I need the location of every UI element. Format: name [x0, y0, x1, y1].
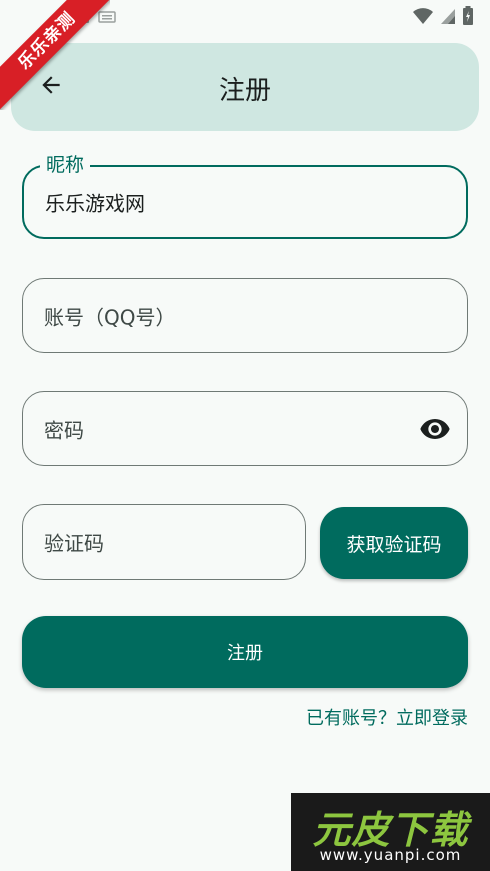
account-field[interactable]: 账号（QQ号）	[22, 278, 468, 353]
watermark-logo: 元皮下载 www.yuanpi.com	[291, 793, 490, 871]
get-code-button[interactable]: 获取验证码	[320, 507, 468, 579]
verification-code-field[interactable]: 验证码	[22, 504, 306, 580]
status-icons-right	[412, 6, 474, 30]
password-field[interactable]: 密码	[22, 391, 468, 466]
corner-ribbon: 乐乐亲测	[0, 0, 110, 110]
battery-icon	[462, 6, 474, 30]
wifi-icon	[412, 7, 434, 29]
nickname-field[interactable]: 昵称 乐乐游戏网	[22, 153, 468, 239]
verification-code-placeholder: 验证码	[44, 531, 104, 556]
watermark-url: www.yuanpi.com	[319, 846, 462, 864]
nickname-label: 昵称	[40, 153, 91, 177]
ribbon-text: 乐乐亲测	[0, 0, 110, 110]
eye-icon[interactable]	[419, 413, 451, 445]
signal-icon	[440, 7, 456, 29]
nickname-value: 乐乐游戏网	[45, 191, 145, 216]
account-placeholder: 账号（QQ号）	[44, 305, 176, 329]
register-button[interactable]: 注册	[22, 616, 468, 688]
login-link[interactable]: 已有账号？立即登录	[306, 704, 468, 730]
password-placeholder: 密码	[44, 418, 84, 442]
